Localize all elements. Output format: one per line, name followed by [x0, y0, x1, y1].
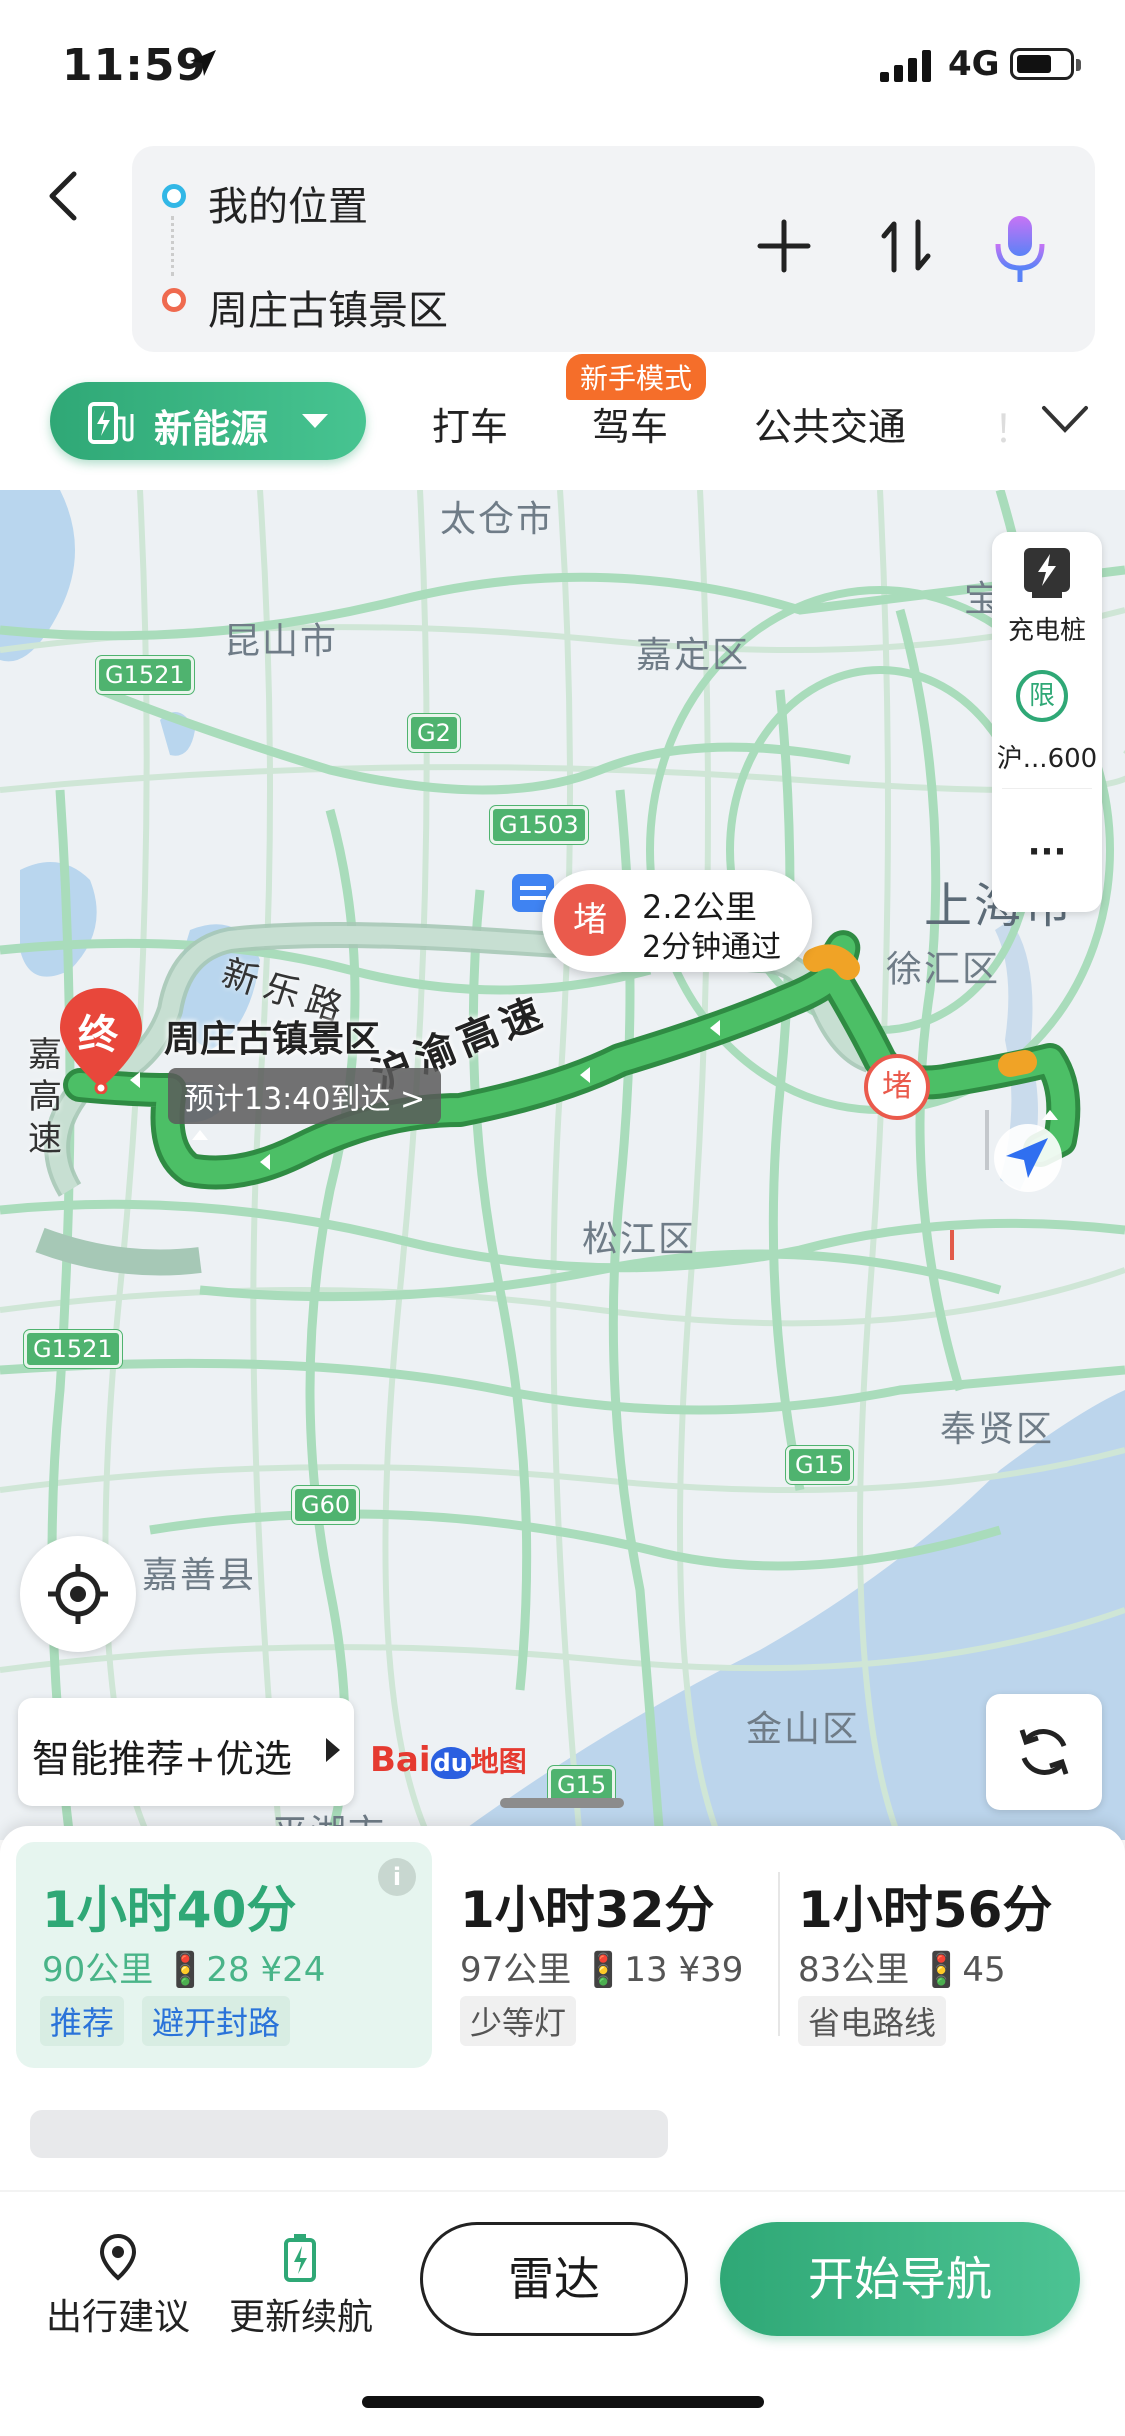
restriction-label[interactable]: 沪...600 — [992, 738, 1102, 775]
ev-charge-icon — [88, 402, 134, 444]
highway-shield: G1521 — [95, 655, 195, 695]
caret-right-icon — [326, 1738, 340, 1762]
chevron-down-icon[interactable] — [1040, 404, 1090, 434]
map-tools-panel: 充电桩 限 沪...600 ··· — [992, 532, 1102, 912]
route-2-tag: 少等灯 — [460, 1996, 577, 2046]
origin-dot-icon — [162, 184, 186, 208]
eta-tag[interactable]: 预计13:40到达 > — [168, 1068, 442, 1124]
panel-divider — [1002, 788, 1092, 789]
traffic-light-icon: 🚦 — [920, 1950, 963, 1990]
highway-shield: G2 — [407, 713, 461, 753]
destination-dot-icon — [162, 288, 186, 312]
signal-icon — [880, 50, 931, 82]
highway-shield: G1521 — [23, 1329, 123, 1369]
district-label: 徐汇区 — [886, 949, 1001, 990]
beginner-mode-badge: 新手模式 — [566, 354, 707, 400]
route-1-tag: 避开封路 — [142, 1996, 291, 2046]
swap-route-button[interactable] — [878, 214, 934, 278]
tab-drive[interactable]: 驾车 — [592, 396, 668, 451]
route-2-time[interactable]: 1小时32分 — [460, 1870, 714, 1942]
crosshair-icon — [48, 1564, 108, 1624]
smart-recommend-button[interactable]: 智能推荐+优选 — [18, 1698, 354, 1806]
charging-pile-label[interactable]: 充电桩 — [992, 610, 1102, 647]
option-divider — [778, 1872, 780, 2036]
smart-recommend-label: 智能推荐+优选 — [32, 1737, 292, 1781]
tab-new-energy[interactable]: 新能源 — [50, 382, 366, 460]
charging-pile-icon[interactable] — [1022, 546, 1072, 600]
district-label: 太仓市 — [440, 499, 555, 540]
update-range-button[interactable]: 更新续航 — [226, 2288, 376, 2340]
route-3-time[interactable]: 1小时56分 — [798, 1870, 1052, 1942]
start-navigation-button[interactable]: 开始导航 — [720, 2222, 1080, 2336]
current-location-icon — [994, 1124, 1062, 1192]
baidu-map-logo: Bai du 地图 — [370, 1740, 527, 1780]
route-2-stats: 97公里 🚦13 ¥39 — [460, 1950, 744, 1990]
battery-charge-icon[interactable] — [282, 2232, 318, 2282]
district-label: 金山区 — [746, 1709, 861, 1750]
tab-more-fade: ！ — [994, 407, 1033, 451]
radar-button[interactable]: 雷达 — [420, 2222, 688, 2336]
restriction-icon[interactable]: 限 — [1016, 670, 1068, 722]
location-arrow-icon — [190, 50, 216, 76]
info-icon[interactable]: i — [378, 1858, 416, 1896]
highway-shield: G15 — [784, 1445, 855, 1485]
route-1-stats: 90公里 🚦28 ¥24 — [42, 1950, 326, 1990]
sheet-drag-handle[interactable] — [500, 1798, 624, 1808]
loading-placeholder — [30, 2110, 668, 2158]
refresh-icon — [1019, 1729, 1069, 1775]
back-button[interactable] — [40, 166, 90, 226]
tab-new-energy-label: 新能源 — [154, 407, 269, 451]
destination-pin-label: 终 — [78, 1012, 118, 1058]
map-view[interactable]: 太仓市 昆山市 嘉定区 宝 上海市 徐汇区 松江区 奉贤区 嘉善县 金山区 平湖… — [0, 490, 1125, 1840]
dropdown-caret-icon — [302, 414, 328, 428]
route-1-tag: 推荐 — [40, 1996, 125, 2046]
home-indicator — [362, 2396, 764, 2408]
destination-name: 周庄古镇景区 — [164, 1019, 381, 1060]
traffic-jam-callout[interactable]: 堵 2.2公里 2分钟通过 — [542, 870, 812, 972]
jam-time: 2分钟通过 — [642, 930, 782, 965]
district-label: 奉贤区 — [940, 1409, 1055, 1450]
location-pin-icon[interactable] — [98, 2232, 138, 2282]
status-time: 11:59 — [62, 40, 208, 91]
origin-field[interactable]: 我的位置 — [208, 174, 368, 232]
refresh-route-button[interactable] — [986, 1694, 1102, 1810]
district-label: 昆山市 — [224, 621, 339, 662]
route-3-stats: 83公里 🚦45 — [798, 1950, 1006, 1990]
tab-transit[interactable]: 公共交通 — [754, 396, 906, 451]
travel-advice-button[interactable]: 出行建议 — [40, 2288, 196, 2340]
voice-input-button[interactable] — [990, 212, 1050, 286]
route-1-time: 1小时40分 — [42, 1881, 297, 1939]
district-label: 松江区 — [582, 1219, 697, 1260]
traffic-light-icon: 🚦 — [164, 1950, 207, 1990]
district-label: 嘉定区 — [636, 635, 751, 676]
route-3-tag: 省电路线 — [798, 1996, 947, 2046]
locate-me-button[interactable] — [20, 1536, 136, 1652]
add-waypoint-button[interactable] — [756, 218, 812, 274]
district-label: 嘉善县 — [142, 1555, 257, 1596]
traffic-light-icon: 🚦 — [582, 1950, 625, 1990]
jam-icon: 堵 — [554, 884, 626, 956]
network-type: 4G — [948, 44, 1000, 84]
tab-taxi[interactable]: 打车 — [432, 396, 508, 451]
battery-icon — [1010, 48, 1081, 80]
highway-shield: G1503 — [489, 805, 589, 845]
waypoint-connector — [171, 216, 174, 276]
more-tools-button[interactable]: ··· — [992, 832, 1102, 872]
bottom-divider — [0, 2190, 1125, 2192]
jam-marker-icon[interactable]: 堵 — [864, 1054, 930, 1120]
destination-field[interactable]: 周庄古镇景区 — [208, 278, 448, 336]
highway-shield: G60 — [290, 1485, 361, 1525]
